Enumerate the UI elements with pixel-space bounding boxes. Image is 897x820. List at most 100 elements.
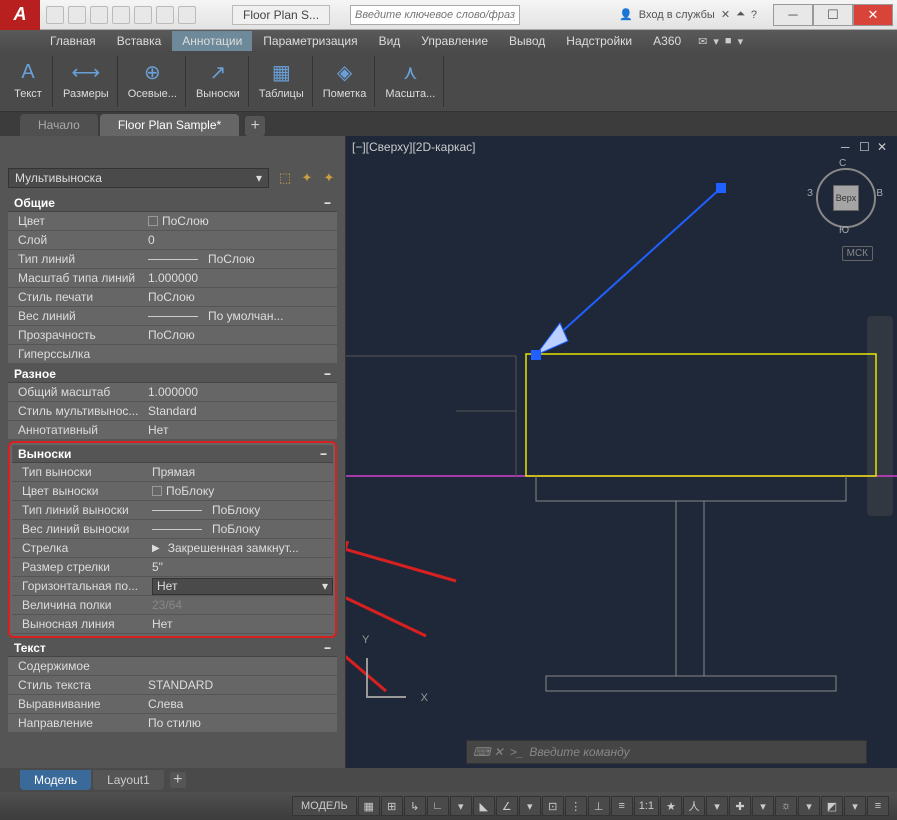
status-toggle-icon[interactable]: ▾ <box>519 796 541 816</box>
status-toggle-icon[interactable]: ≡ <box>611 796 633 816</box>
prop-row[interactable]: Горизонтальная по...Нет▾ <box>12 577 333 596</box>
login-link[interactable]: Вход в службы <box>639 9 715 21</box>
ribbon-Таблицы[interactable]: ▦Таблицы <box>251 56 313 107</box>
prop-row[interactable]: ПрозрачностьПоСлою <box>8 326 337 345</box>
prop-value[interactable]: ПоСлою <box>148 214 337 228</box>
status-toggle-icon[interactable]: ☼ <box>775 796 797 816</box>
close-button[interactable]: ✕ <box>853 4 893 26</box>
status-toggle-icon[interactable]: ★ <box>660 796 682 816</box>
qat-open-icon[interactable] <box>68 6 86 24</box>
maximize-button[interactable]: ☐ <box>813 4 853 26</box>
status-toggle-icon[interactable]: 人 <box>683 796 705 816</box>
viewcube-south[interactable]: Ю <box>839 225 849 236</box>
pickadd-icon[interactable]: ✦ <box>321 170 337 186</box>
status-toggle-icon[interactable]: ▾ <box>450 796 472 816</box>
prop-value[interactable]: 5" <box>152 560 333 574</box>
menu-параметризация[interactable]: Параметризация <box>253 31 367 51</box>
status-toggle-icon[interactable]: ◣ <box>473 796 495 816</box>
navigation-bar[interactable] <box>867 316 893 516</box>
ucs-icon[interactable]: Y X <box>366 648 416 698</box>
prop-row[interactable]: Слой0 <box>8 231 337 250</box>
prop-row[interactable]: Величина полки23/64 <box>12 596 333 615</box>
object-type-selector[interactable]: Мультивыноска▾ <box>8 168 269 188</box>
viewport-label[interactable]: [−][Сверху][2D-каркас] <box>352 140 476 154</box>
prop-row[interactable]: Содержимое <box>8 657 337 676</box>
prop-value[interactable]: ▶Закрешенная замкнут... <box>152 541 333 555</box>
menu-extra-icon[interactable]: ■ <box>725 35 732 48</box>
ribbon-Текст[interactable]: AТекст <box>4 56 53 107</box>
exchange-icon[interactable]: ✕ <box>721 8 730 21</box>
doc-tab[interactable]: Floor Plan Sample* <box>100 114 239 136</box>
menu-extra-icon[interactable]: ▾ <box>738 35 744 48</box>
ribbon-Пометка[interactable]: ◈Пометка <box>315 56 376 107</box>
menu-аннотации[interactable]: Аннотации <box>172 31 252 51</box>
prop-row[interactable]: Вес линий выноскиПоБлоку <box>12 520 333 539</box>
prop-row[interactable]: Стиль текстаSTANDARD <box>8 676 337 695</box>
prop-row[interactable]: Тип выноскиПрямая <box>12 463 333 482</box>
coord-system-label[interactable]: МСК <box>842 246 873 261</box>
section-header[interactable]: Общие− <box>8 194 337 212</box>
ribbon-Размеры[interactable]: ⟷Размеры <box>55 56 118 107</box>
menu-управление[interactable]: Управление <box>411 31 498 51</box>
status-toggle-icon[interactable]: ▾ <box>798 796 820 816</box>
status-toggle-icon[interactable]: ▾ <box>752 796 774 816</box>
add-tab-button[interactable]: + <box>245 116 265 136</box>
menu-вид[interactable]: Вид <box>369 31 411 51</box>
viewcube-top[interactable]: Верх <box>833 185 859 211</box>
prop-value[interactable]: По умолчан... <box>148 309 337 323</box>
viewcube-north[interactable]: С <box>839 158 846 169</box>
prop-row[interactable]: Стиль печатиПоСлою <box>8 288 337 307</box>
status-toggle-icon[interactable]: ◩ <box>821 796 843 816</box>
prop-row[interactable]: Размер стрелки5" <box>12 558 333 577</box>
prop-value[interactable]: STANDARD <box>148 678 337 692</box>
app-logo[interactable]: A <box>0 0 40 30</box>
status-toggle-icon[interactable]: ⋮ <box>565 796 587 816</box>
prop-value[interactable]: 1.000000 <box>148 385 337 399</box>
prop-value[interactable]: По стилю <box>148 716 337 730</box>
prop-row[interactable]: АннотативныйНет <box>8 421 337 440</box>
qat-redo-icon[interactable] <box>178 6 196 24</box>
status-toggle-icon[interactable]: ▾ <box>706 796 728 816</box>
prop-row[interactable]: Тип линий выноскиПоБлоку <box>12 501 333 520</box>
qat-print-icon[interactable] <box>134 6 152 24</box>
prop-value[interactable]: ПоБлоку <box>152 503 333 517</box>
prop-row[interactable]: Выносная линияНет <box>12 615 333 634</box>
minimize-button[interactable]: ─ <box>773 4 813 26</box>
ribbon-Выноски[interactable]: ↗Выноски <box>188 56 249 107</box>
status-toggle-icon[interactable]: ⊥ <box>588 796 610 816</box>
search-input[interactable] <box>350 5 520 25</box>
drawing-canvas[interactable]: [−][Сверху][2D-каркас] ─ ☐ ✕ Верх С Ю З … <box>346 136 897 768</box>
prop-value[interactable]: Слева <box>148 697 337 711</box>
quick-select-icon[interactable]: ⬚ <box>277 170 293 186</box>
prop-value[interactable]: ПоСлою <box>148 290 337 304</box>
select-objects-icon[interactable]: ✦ <box>299 170 315 186</box>
qat-saveas-icon[interactable] <box>112 6 130 24</box>
layout-tab[interactable]: Модель <box>20 770 91 790</box>
prop-value[interactable]: ПоСлою <box>148 328 337 342</box>
menu-вставка[interactable]: Вставка <box>107 31 172 51</box>
prop-value[interactable]: ПоБлоку <box>152 522 333 536</box>
ribbon-Осевые...[interactable]: ⊕Осевые... <box>120 56 186 107</box>
prop-value[interactable]: Нет <box>148 423 337 437</box>
cmdline-tools-icon[interactable]: ⌨ ✕ <box>473 745 504 759</box>
command-line[interactable]: ⌨ ✕ >_ Введите команду <box>466 740 867 764</box>
status-model-button[interactable]: МОДЕЛЬ <box>292 796 357 816</box>
viewport-close-icon[interactable]: ✕ <box>877 140 891 154</box>
prop-row[interactable]: Масштаб типа линий1.000000 <box>8 269 337 288</box>
section-header[interactable]: Текст− <box>8 639 337 657</box>
qat-undo-icon[interactable] <box>156 6 174 24</box>
status-toggle-icon[interactable]: ✚ <box>729 796 751 816</box>
viewcube[interactable]: Верх С Ю З В <box>811 160 881 240</box>
qat-new-icon[interactable] <box>46 6 64 24</box>
prop-value[interactable]: ПоБлоку <box>152 484 333 498</box>
user-icon[interactable]: 👤 <box>619 8 633 21</box>
menu-главная[interactable]: Главная <box>40 31 106 51</box>
prop-row[interactable]: Тип линийПоСлою <box>8 250 337 269</box>
prop-row[interactable]: Гиперссылка <box>8 345 337 364</box>
menu-extra-icon[interactable]: ▾ <box>713 35 719 48</box>
status-toggle-icon[interactable]: ⊡ <box>542 796 564 816</box>
viewcube-west[interactable]: З <box>807 188 813 199</box>
menu-надстройки[interactable]: Надстройки <box>556 31 642 51</box>
prop-value[interactable]: 23/64 <box>152 598 333 612</box>
section-header[interactable]: Разное− <box>8 365 337 383</box>
